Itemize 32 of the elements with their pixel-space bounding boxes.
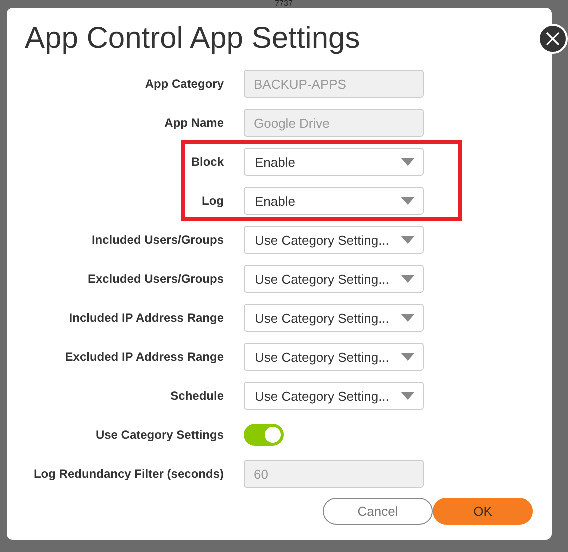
- field-label: Log Redundancy Filter (seconds): [34, 467, 224, 481]
- dropdown[interactable]: Use Category Setting...: [244, 226, 424, 254]
- close-button[interactable]: [538, 24, 568, 54]
- cancel-button[interactable]: Cancel: [323, 498, 433, 525]
- caret-icon: [401, 197, 415, 205]
- background-text: 7737: [275, 0, 293, 8]
- field-label: Schedule: [170, 389, 224, 403]
- field-label: App Name: [164, 116, 224, 130]
- dropdown[interactable]: Use Category Setting...: [244, 382, 424, 410]
- field-label: Block: [191, 155, 224, 169]
- close-icon: [546, 32, 560, 46]
- field-label: App Category: [145, 77, 224, 91]
- field-label: Included Users/Groups: [92, 233, 224, 247]
- dropdown[interactable]: Enable: [244, 187, 424, 215]
- dropdown[interactable]: Enable: [244, 148, 424, 176]
- dropdown[interactable]: Use Category Setting...: [244, 265, 424, 293]
- field-label: Excluded IP Address Range: [65, 350, 224, 364]
- field-label: Use Category Settings: [96, 428, 224, 442]
- toggle-switch[interactable]: [244, 424, 284, 446]
- caret-icon: [401, 392, 415, 400]
- caret-icon: [401, 236, 415, 244]
- dialog-title: App Control App Settings: [24, 21, 360, 56]
- dropdown[interactable]: Use Category Setting...: [244, 304, 424, 332]
- caret-icon: [401, 158, 415, 166]
- field-label: Log: [202, 194, 224, 208]
- ok-button[interactable]: OK: [433, 498, 533, 525]
- caret-icon: [401, 275, 415, 283]
- dropdown[interactable]: Use Category Setting...: [244, 343, 424, 371]
- caret-icon: [401, 314, 415, 322]
- field-label: Excluded Users/Groups: [88, 272, 224, 286]
- field-label: Included IP Address Range: [69, 311, 224, 325]
- caret-icon: [401, 353, 415, 361]
